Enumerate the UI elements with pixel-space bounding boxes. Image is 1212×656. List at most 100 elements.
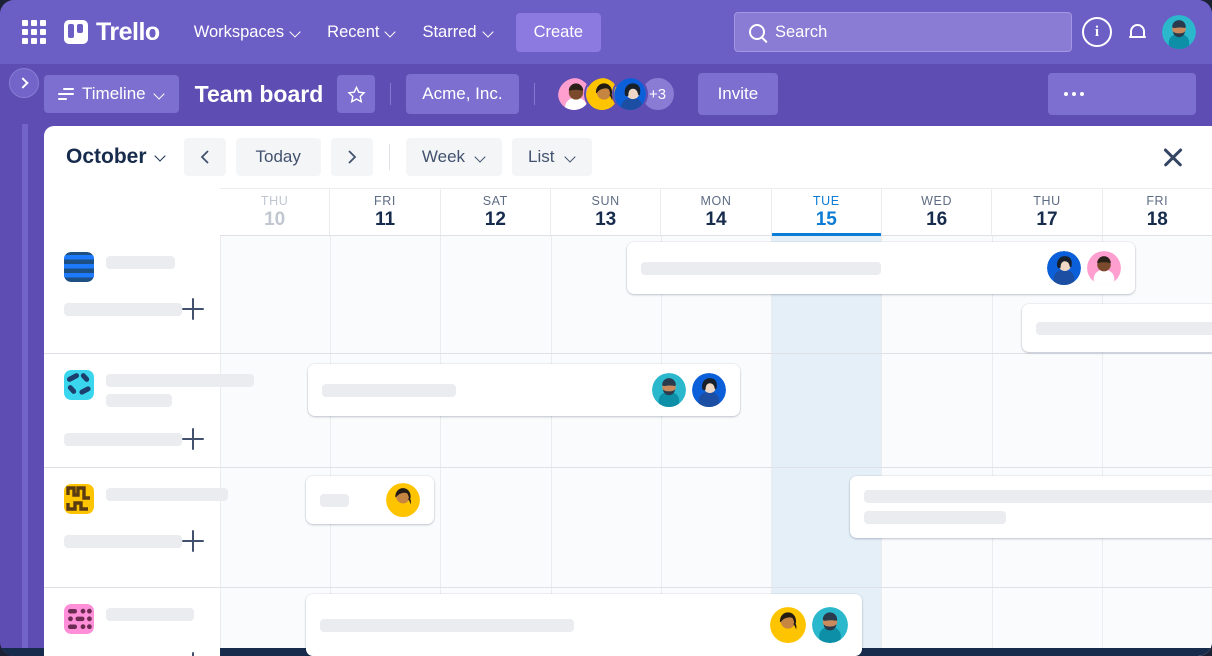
display-mode-selector[interactable]: List [512,138,592,176]
card-title-placeholder [641,261,1035,275]
card-title-placeholder [320,618,758,632]
chevron-down-icon [565,152,576,163]
avatar[interactable] [812,607,848,643]
next-period-button[interactable] [330,138,373,176]
previous-period-button[interactable] [183,138,226,176]
chevron-down-icon [475,152,486,163]
avatar[interactable] [1162,15,1196,49]
day-header-cell[interactable]: SUN 13 [549,189,660,235]
nav-workspaces-label: Workspaces [193,22,285,41]
today-button[interactable]: Today [235,138,321,176]
plus-icon[interactable] [182,428,204,450]
list-row-header[interactable] [44,588,220,656]
day-number: 13 [595,208,617,230]
chevron-right-icon [17,77,29,89]
nav-recent[interactable]: Recent [317,15,406,50]
sidebar-rail [22,64,28,656]
day-header-cell[interactable]: WED 16 [880,189,991,235]
trello-mark-icon [64,20,88,44]
calendar-toolbar: October Today Week List [44,126,1212,188]
view-switcher-timeline[interactable]: Timeline [44,75,179,113]
info-circle-icon[interactable]: i [1082,17,1112,47]
close-icon[interactable] [1156,140,1190,174]
day-header-cell[interactable]: SAT 12 [439,189,550,235]
chevron-down-icon [483,27,494,38]
avatar[interactable] [770,607,806,643]
timeline-card[interactable] [627,242,1135,294]
add-card-placeholder [64,432,182,446]
month-selector[interactable]: October [64,141,170,173]
day-name: THU [1033,193,1061,208]
day-header-cell[interactable]: THU 17 [991,189,1101,235]
card-members [652,373,726,407]
day-header-cell[interactable]: FRI 18 [1101,189,1212,235]
nav-recent-label: Recent [327,22,380,41]
board-header-bar: Timeline Team board Acme, Inc. +3 Invite [0,64,1212,124]
list-title-group [64,484,228,514]
plus-icon[interactable] [182,298,204,320]
day-number: 14 [705,208,727,230]
day-number: 18 [1146,208,1168,230]
invite-button[interactable]: Invite [697,73,779,115]
day-header-cell[interactable]: THU 10 [220,189,329,235]
card-title-placeholder [320,493,380,507]
trello-logo[interactable]: Trello [64,18,160,47]
day-name: SAT [482,193,508,208]
search-icon [749,24,765,40]
avatar[interactable] [692,373,726,407]
list-title-group [64,604,202,634]
plus-icon[interactable] [182,530,204,552]
timeline-card[interactable] [308,364,740,416]
timeline-card[interactable] [306,476,434,524]
timeline-panel: October Today Week List THU 10 FRI 11 SA… [44,126,1212,656]
avatar[interactable] [611,76,648,112]
search-input[interactable]: Search [734,12,1072,52]
plus-icon[interactable] [182,652,204,656]
chevron-right-icon [348,150,357,164]
view-switcher-label: Timeline [82,84,146,103]
top-navigation-bar: Trello Workspaces Recent Starred Create … [0,0,1212,64]
display-mode-label: List [528,147,555,166]
list-row-header[interactable] [44,354,254,467]
list-row-header[interactable] [44,236,220,353]
avatar[interactable] [1087,251,1121,285]
board-menu-button[interactable] [1048,73,1196,115]
avatar[interactable] [652,373,686,407]
day-header-cell-today[interactable]: TUE 15 [770,189,882,236]
star-board-button[interactable] [337,75,376,113]
range-label: Week [421,147,466,166]
organization-button[interactable]: Acme, Inc. [406,74,519,114]
list-title-placeholder [106,252,175,269]
chevron-down-icon [290,27,301,38]
range-selector[interactable]: Week [405,138,503,176]
create-button[interactable]: Create [515,12,602,52]
avatar[interactable] [386,483,420,517]
nav-starred[interactable]: Starred [412,15,503,50]
timeline-card[interactable] [1022,304,1212,352]
list-title-placeholder [106,370,254,407]
list-title-group [64,252,202,282]
bell-icon[interactable] [1122,17,1152,47]
card-title-placeholder [1036,321,1212,335]
add-card-row [64,530,204,552]
day-header-cell[interactable]: MON 14 [660,189,770,235]
divider [533,83,535,105]
nav-workspaces[interactable]: Workspaces [184,15,311,50]
board-members: +3 [555,76,676,112]
add-card-row [64,428,204,450]
day-header-row: THU 10 FRI 11 SAT 12 SUN 13 MON 14 TUE 1… [220,188,1212,236]
list-row-header[interactable] [44,468,228,587]
sidebar-expand-button[interactable] [9,68,39,98]
add-card-row [64,652,204,656]
day-number: 16 [926,208,948,230]
day-number: 11 [374,208,396,230]
day-header-cell[interactable]: FRI 11 [329,189,439,235]
timeline-icon [58,87,74,101]
add-card-placeholder [64,534,182,548]
grid-apps-icon[interactable] [18,16,50,48]
day-name: MON [700,193,732,208]
avatar[interactable] [1047,251,1081,285]
timeline-card[interactable] [306,594,862,656]
timeline-card[interactable] [850,476,1212,538]
card-members [1047,251,1121,285]
